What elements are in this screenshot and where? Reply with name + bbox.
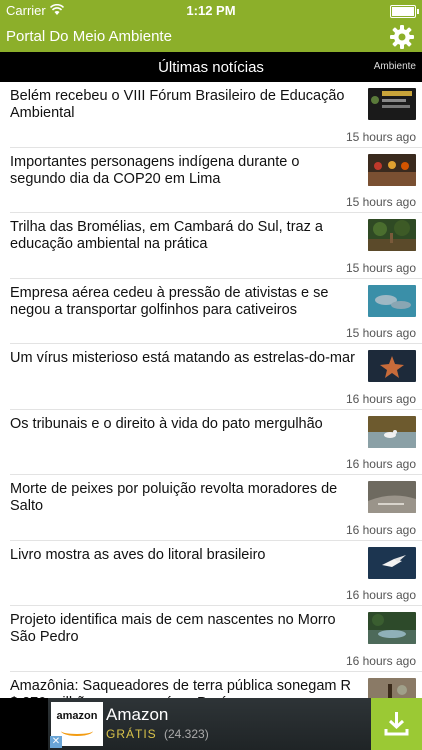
news-headline: Belém recebeu o VIII Fórum Brasileiro de… xyxy=(10,88,345,121)
news-headline: Um vírus misterioso está matando as estr… xyxy=(10,350,355,366)
news-time: 15 hours ago xyxy=(345,129,416,144)
news-thumbnail xyxy=(368,481,416,513)
news-thumbnail xyxy=(368,546,416,579)
amazon-smile-icon xyxy=(61,726,93,736)
status-bar: Carrier 1:12 PM xyxy=(0,0,422,22)
news-item[interactable]: Os tribunais e o direito à vida do pato … xyxy=(10,410,422,475)
news-time: 16 hours ago xyxy=(345,653,416,668)
news-time: 16 hours ago xyxy=(345,588,416,602)
download-button[interactable] xyxy=(371,698,422,750)
section-title: Últimas notícias xyxy=(158,59,264,76)
news-headline: Os tribunais e o direito à vida do pato … xyxy=(10,415,323,432)
news-time: 15 hours ago xyxy=(345,326,416,340)
ad-content[interactable]: amazon ✕ Amazon GRÁTIS (24.323) xyxy=(48,698,422,750)
news-time: 15 hours ago xyxy=(345,195,416,209)
ad-close-icon[interactable]: ✕ xyxy=(50,736,62,748)
news-time: 16 hours ago xyxy=(345,391,416,406)
ad-rating-count: (24.323) xyxy=(164,727,209,741)
battery-icon xyxy=(390,5,419,18)
ad-price: GRÁTIS xyxy=(106,727,157,741)
news-headline: Livro mostra as aves do litoral brasilei… xyxy=(10,546,266,563)
clock: 1:12 PM xyxy=(186,3,236,18)
news-thumbnail xyxy=(368,612,416,644)
app-bar: Portal Do Meio Ambiente xyxy=(0,22,422,52)
news-headline: Importantes personagens indígena durante… xyxy=(10,153,300,187)
news-list[interactable]: Belém recebeu o VIII Fórum Brasileiro de… xyxy=(0,82,422,698)
news-thumbnail xyxy=(368,677,416,698)
news-headline: Empresa aérea cedeu à pressão de ativist… xyxy=(10,284,329,318)
news-item[interactable]: Um vírus misterioso está matando as estr… xyxy=(10,344,422,410)
app-title: Portal Do Meio Ambiente xyxy=(6,28,172,45)
ad-app-name: Amazon xyxy=(106,705,169,724)
news-item[interactable]: Projeto identifica mais de cem nascentes… xyxy=(10,606,422,672)
news-time: 15 hours ago xyxy=(345,260,416,275)
news-item[interactable]: Belém recebeu o VIII Fórum Brasileiro de… xyxy=(10,82,422,148)
news-headline: Projeto identifica mais de cem nascentes… xyxy=(10,612,336,645)
news-thumbnail xyxy=(368,153,416,186)
news-time: 16 hours ago xyxy=(345,522,416,537)
section-header: Últimas notícias Ambiente xyxy=(0,52,422,82)
ad-banner[interactable]: amazon ✕ Amazon GRÁTIS (24.323) xyxy=(0,698,422,750)
gear-icon[interactable] xyxy=(389,24,415,50)
news-item[interactable]: Morte de peixes por poluição revolta mor… xyxy=(10,475,422,541)
news-item[interactable]: Importantes personagens indígena durante… xyxy=(10,148,422,213)
amazon-logo-text: amazon xyxy=(56,710,98,722)
news-thumbnail xyxy=(368,350,416,382)
news-item[interactable]: Trilha das Bromélias, em Cambará do Sul,… xyxy=(10,213,422,279)
download-icon xyxy=(384,712,409,736)
news-thumbnail xyxy=(368,88,416,120)
category-label[interactable]: Ambiente xyxy=(374,61,416,72)
news-headline: Trilha das Bromélias, em Cambará do Sul,… xyxy=(10,219,323,252)
news-item[interactable]: Livro mostra as aves do litoral brasilei… xyxy=(10,541,422,606)
news-headline: Amazônia: Saqueadores de terra pública s… xyxy=(10,677,351,699)
news-thumbnail xyxy=(368,284,416,317)
news-thumbnail xyxy=(368,219,416,251)
news-item[interactable]: Amazônia: Saqueadores de terra pública s… xyxy=(10,672,422,699)
news-headline: Morte de peixes por poluição revolta mor… xyxy=(10,481,338,514)
news-time: 16 hours ago xyxy=(345,457,416,471)
news-item[interactable]: Empresa aérea cedeu à pressão de ativist… xyxy=(10,279,422,344)
news-thumbnail xyxy=(368,415,416,448)
